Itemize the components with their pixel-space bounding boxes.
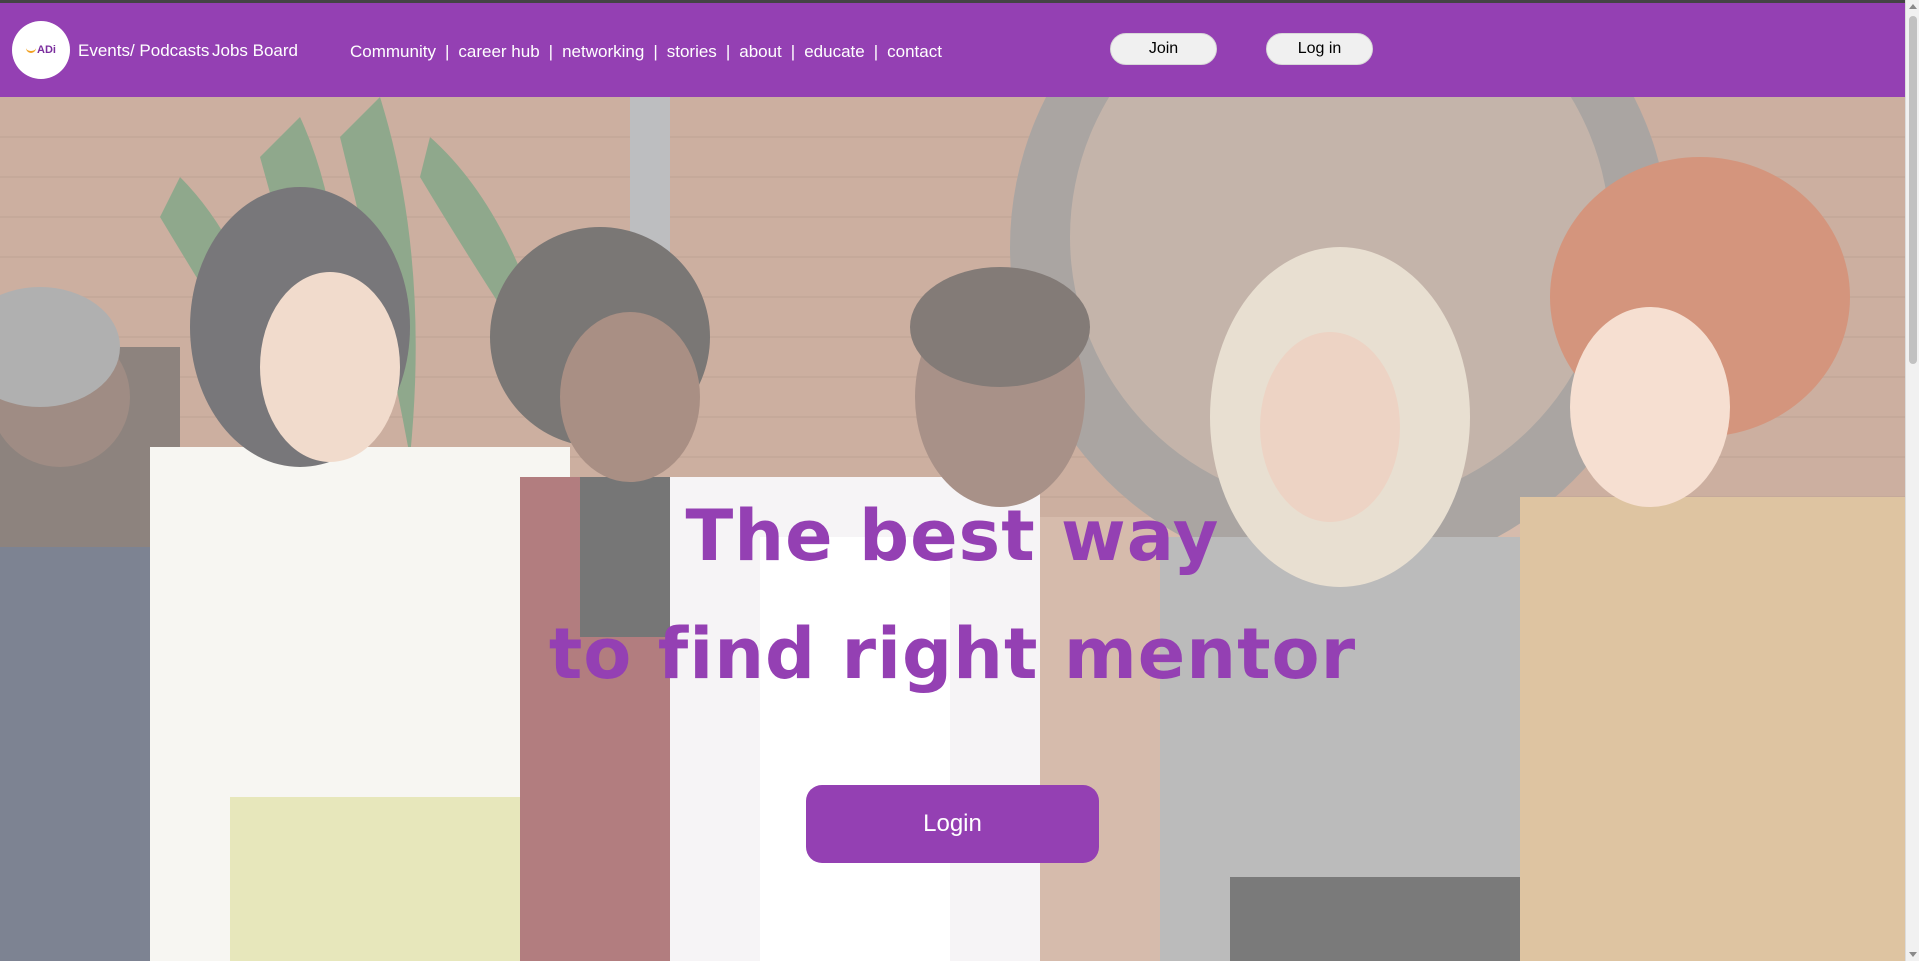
logo-swoosh-icon [26, 45, 37, 53]
top-navbar: ADi Events/ Podcasts Jobs Board Communit… [0, 3, 1905, 97]
hero-login-button[interactable]: Login [806, 785, 1099, 863]
nav-separator: | [725, 42, 731, 61]
nav-item-about[interactable]: about [739, 42, 782, 62]
nav-jobs-board[interactable]: Jobs Board [212, 41, 298, 61]
nav-item-stories[interactable]: stories [667, 42, 717, 62]
scrollbar-thumb[interactable] [1909, 16, 1917, 364]
brand-logo-wordmark: ADi [26, 44, 56, 56]
login-header-button[interactable]: Log in [1266, 33, 1373, 65]
scroll-up-arrow-icon[interactable] [1909, 4, 1917, 9]
brand-logo[interactable]: ADi [12, 21, 70, 79]
hero-title-line-2: to find right mentor [548, 613, 1357, 695]
nav-events-podcasts[interactable]: Events/ Podcasts [78, 41, 209, 61]
nav-separator: | [444, 42, 450, 61]
main-nav: Community | career hub | networking | st… [350, 42, 942, 62]
page-viewport: ADi Events/ Podcasts Jobs Board Communit… [0, 0, 1905, 961]
nav-item-educate[interactable]: educate [804, 42, 865, 62]
scroll-down-arrow-icon[interactable] [1909, 952, 1917, 957]
hero-section: The best way to find right mentor Login [0, 97, 1905, 961]
join-button[interactable]: Join [1110, 33, 1217, 65]
nav-separator: | [873, 42, 879, 61]
vertical-scrollbar[interactable] [1905, 0, 1919, 961]
nav-item-networking[interactable]: networking [562, 42, 644, 62]
nav-item-career-hub[interactable]: career hub [458, 42, 539, 62]
nav-item-contact[interactable]: contact [887, 42, 942, 62]
logo-text: ADi [37, 44, 56, 56]
nav-separator: | [790, 42, 796, 61]
nav-separator: | [548, 42, 554, 61]
nav-item-community[interactable]: Community [350, 42, 436, 62]
nav-separator: | [653, 42, 658, 61]
hero-title-line-1: The best way [685, 495, 1220, 577]
